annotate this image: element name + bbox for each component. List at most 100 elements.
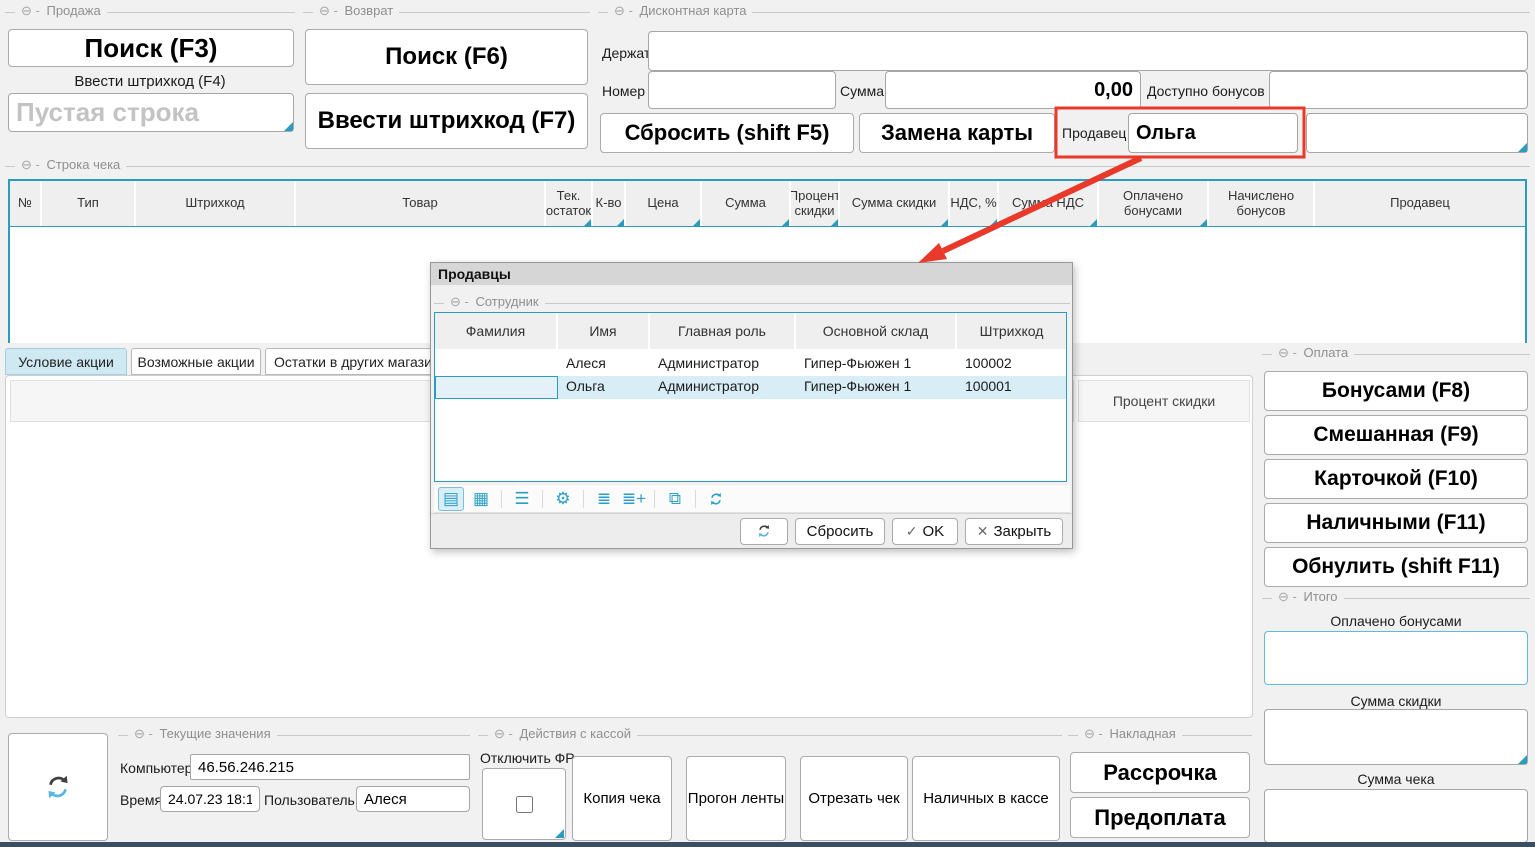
- promo-col-discount-percent[interactable]: Процент скидки: [1078, 380, 1250, 422]
- feed-tape-button[interactable]: Прогон ленты: [686, 756, 786, 841]
- receipt-sum-input[interactable]: [1264, 789, 1528, 843]
- collapse-icon[interactable]: ⊖ -: [1084, 726, 1103, 741]
- disable-fr-checkbox[interactable]: [516, 796, 533, 813]
- receipt-col-discount-sum[interactable]: Сумма скидки: [840, 181, 950, 226]
- receipt-col-discount-percent[interactable]: Процент скидки: [791, 181, 840, 226]
- main-refresh-button[interactable]: [8, 733, 108, 841]
- receipt-col-num[interactable]: №: [10, 181, 42, 226]
- receipt-col-vat-sum[interactable]: Сумма НДС: [999, 181, 1099, 226]
- paid-bonuses-field[interactable]: [1264, 631, 1528, 685]
- emp-col-lastname[interactable]: Фамилия: [435, 313, 558, 349]
- receipt-col-price[interactable]: Цена: [626, 181, 702, 226]
- filter-triangle-icon[interactable]: [617, 219, 624, 226]
- dialog-refresh-button[interactable]: [740, 518, 788, 545]
- filter-triangle-icon[interactable]: [1090, 219, 1097, 226]
- emp-col-barcode[interactable]: Штрихкод: [957, 313, 1066, 349]
- tab-stock-other-stores[interactable]: Остатки в других магази: [265, 348, 437, 375]
- collapse-icon[interactable]: ⊖ -: [450, 294, 469, 309]
- collapse-icon[interactable]: ⊖ -: [21, 3, 40, 18]
- collapse-icon[interactable]: ⊖ -: [494, 726, 513, 741]
- paid-bonuses-input[interactable]: [1264, 631, 1528, 685]
- dialog-close-button[interactable]: ✕ Закрыть: [965, 518, 1063, 545]
- tab-possible-promos[interactable]: Возможные акции: [131, 348, 261, 375]
- filter-triangle-icon[interactable]: [990, 219, 997, 226]
- user-field[interactable]: [356, 786, 470, 812]
- filter-triangle-icon[interactable]: [1200, 219, 1207, 226]
- details-view-icon[interactable]: ▤: [438, 487, 464, 511]
- pay-mixed-button[interactable]: Смешанная (F9): [1264, 415, 1528, 455]
- time-input[interactable]: [160, 786, 260, 812]
- holder-field[interactable]: [648, 31, 1528, 71]
- collapse-icon[interactable]: ⊖ -: [1278, 345, 1297, 360]
- computer-input[interactable]: [190, 754, 470, 780]
- collapse-icon[interactable]: ⊖ -: [21, 157, 40, 172]
- employee-row-selected[interactable]: Ольга Администратор Гипер-Фьюжен 1 10000…: [435, 376, 1066, 399]
- receipt-col-paid-bonuses[interactable]: Оплачено бонусами: [1099, 181, 1209, 226]
- receipt-col-barcode[interactable]: Штрихкод: [136, 181, 296, 226]
- cash-in-drawer-button[interactable]: Наличных в кассе: [912, 756, 1060, 841]
- receipt-col-type[interactable]: Тип: [42, 181, 136, 226]
- seller-extra-input[interactable]: [1306, 113, 1528, 153]
- user-input[interactable]: [356, 786, 470, 812]
- receipt-copy-button[interactable]: Копия чека: [572, 756, 672, 841]
- seller-field[interactable]: [1128, 113, 1298, 153]
- card-replace-button[interactable]: Замена карты: [859, 113, 1055, 153]
- receipt-col-seller[interactable]: Продавец: [1315, 181, 1525, 226]
- emp-col-mainwarehouse[interactable]: Основной склад: [796, 313, 957, 349]
- discount-sum-input[interactable]: [1264, 709, 1528, 765]
- collapse-icon[interactable]: ⊖ -: [319, 3, 338, 18]
- sale-search-button[interactable]: Поиск (F3): [8, 29, 294, 67]
- dialog-reset-button[interactable]: Сбросить: [795, 518, 885, 545]
- pay-bonuses-button[interactable]: Бонусами (F8): [1264, 371, 1528, 411]
- tab-promo-conditions[interactable]: Условие акции: [5, 348, 127, 375]
- filter-triangle-icon[interactable]: [584, 219, 591, 226]
- reload-icon[interactable]: [703, 487, 729, 511]
- computer-field[interactable]: [190, 754, 470, 780]
- dialog-ok-button[interactable]: ✓ OK: [892, 518, 958, 545]
- prepayment-button[interactable]: Предоплата: [1070, 797, 1250, 838]
- receipt-col-current-stock[interactable]: Тек. остаток: [546, 181, 593, 226]
- receipt-col-sum[interactable]: Сумма: [702, 181, 791, 226]
- receipt-col-vat-percent[interactable]: НДС, %: [950, 181, 999, 226]
- card-number-input[interactable]: [648, 71, 836, 109]
- discount-sum-field[interactable]: [1264, 709, 1528, 765]
- pay-card-button[interactable]: Карточкой (F10): [1264, 459, 1528, 499]
- export-icon[interactable]: ⧉: [662, 487, 688, 511]
- employee-row[interactable]: Алеся Администратор Гипер-Фьюжен 1 10000…: [435, 353, 1066, 376]
- time-field[interactable]: [160, 786, 260, 812]
- numbered-list-icon[interactable]: ≣: [591, 487, 617, 511]
- receipt-col-qty[interactable]: К-во: [593, 181, 626, 226]
- collapse-icon[interactable]: ⊖ -: [134, 726, 153, 741]
- filter-triangle-icon[interactable]: [693, 219, 700, 226]
- collapse-icon[interactable]: ⊖ -: [614, 3, 633, 18]
- filter-icon[interactable]: ☰: [509, 487, 535, 511]
- cut-receipt-button[interactable]: Отрезать чек: [800, 756, 908, 841]
- available-bonuses-input[interactable]: [1269, 71, 1528, 109]
- available-bonuses-field[interactable]: [1269, 71, 1528, 109]
- card-amount-field[interactable]: [885, 71, 1141, 109]
- sellers-dialog-titlebar[interactable]: Продавцы: [431, 263, 1072, 285]
- card-reset-button[interactable]: Сбросить (shift F5): [600, 113, 854, 153]
- seller-extra-field[interactable]: [1306, 113, 1528, 153]
- filter-triangle-icon[interactable]: [941, 219, 948, 226]
- card-amount-input[interactable]: [885, 71, 1141, 109]
- pay-cash-button[interactable]: Наличными (F11): [1264, 503, 1528, 543]
- grid-view-icon[interactable]: ▦: [468, 487, 494, 511]
- seller-input[interactable]: [1128, 113, 1298, 153]
- filter-triangle-icon[interactable]: [782, 219, 789, 226]
- emp-col-mainrole[interactable]: Главная роль: [650, 313, 796, 349]
- pay-zero-button[interactable]: Обнулить (shift F11): [1264, 547, 1528, 587]
- filter-triangle-icon[interactable]: [831, 219, 838, 226]
- collapse-icon[interactable]: ⊖ -: [1278, 589, 1297, 604]
- card-number-field[interactable]: [648, 71, 836, 109]
- receipt-col-accrued-bonuses[interactable]: Начислено бонусов: [1209, 181, 1315, 226]
- gear-icon[interactable]: ⚙: [550, 487, 576, 511]
- sale-barcode-input[interactable]: [8, 93, 294, 132]
- return-enter-barcode-button[interactable]: Ввести штрихкод (F7): [305, 93, 588, 149]
- receipt-sum-field[interactable]: [1264, 789, 1528, 843]
- receipt-col-product[interactable]: Товар: [296, 181, 546, 226]
- holder-input[interactable]: [648, 31, 1528, 71]
- add-row-icon[interactable]: ≣+: [621, 487, 647, 511]
- emp-col-firstname[interactable]: Имя: [558, 313, 650, 349]
- sale-barcode-field[interactable]: [8, 93, 294, 132]
